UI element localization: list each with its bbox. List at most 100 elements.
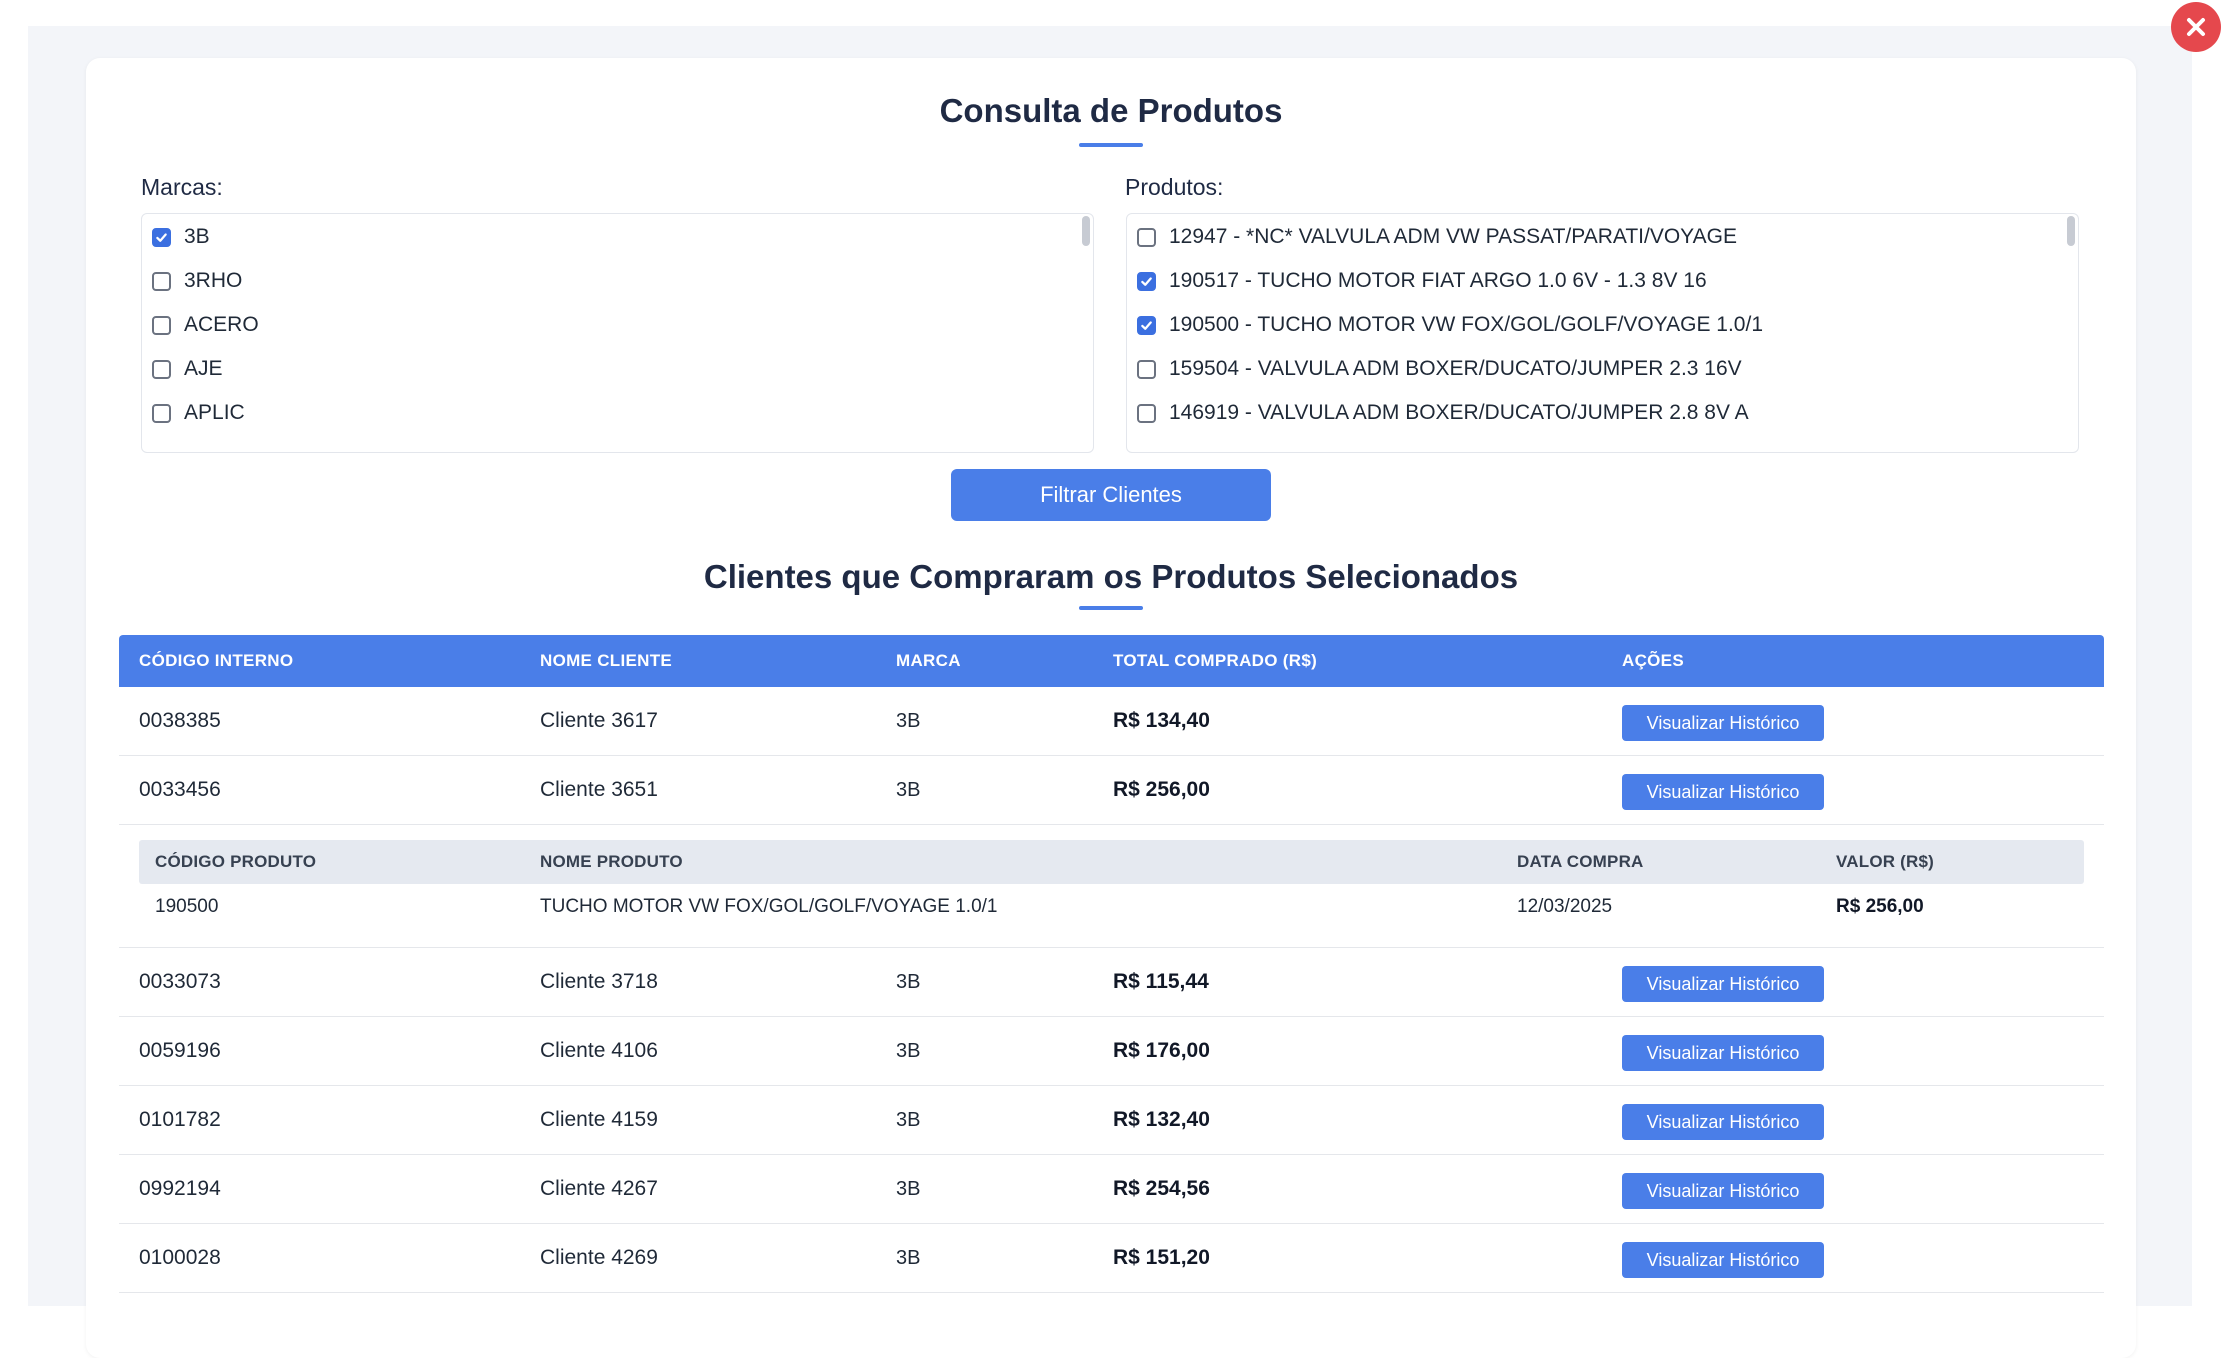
history-product-code: 190500	[155, 896, 219, 917]
product-option-label: 146919 - VALVULA ADM BOXER/DUCATO/JUMPER…	[1169, 401, 1749, 424]
cell-brand: 3B	[896, 779, 921, 801]
view-history-button[interactable]: Visualizar Histórico	[1622, 705, 1824, 741]
history-header: CÓDIGO PRODUTO NOME PRODUTO DATA COMPRA VAL…	[139, 840, 2084, 884]
brand-option-label: APLIC	[184, 401, 245, 424]
table-header: CÓDIGO INTERNO NOME CLIENTE MARCA TOTAL …	[119, 635, 2104, 687]
cell-internal-code: 0033456	[139, 778, 221, 801]
page-title: Consulta de Produtos	[939, 92, 1283, 129]
products-list[interactable]: 12947 - *NC* VALVULA ADM VW PASSAT/PARAT…	[1126, 213, 2079, 453]
table-body: 0038385 Cliente 3617 3B R$ 134,40 Visualizar…	[119, 687, 2104, 1293]
brand-option[interactable]: ACERO	[152, 310, 259, 340]
close-icon	[2187, 18, 2205, 36]
title-underline	[1079, 143, 1143, 147]
clients-section-title: Clientes que Compraram os Produtos Selec…	[703, 558, 1519, 595]
cell-client-name: Cliente 4159	[540, 1108, 658, 1131]
history-value: R$ 256,00	[1836, 896, 1924, 917]
cell-client-name: Cliente 4267	[540, 1177, 658, 1200]
cell-brand: 3B	[896, 1178, 921, 1200]
product-option-label: 159504 - VALVULA ADM BOXER/DUCATO/JUMPER…	[1169, 357, 1742, 380]
header-actions: AÇÕES	[1622, 651, 1684, 670]
header-total: TOTAL COMPRADO (R$)	[1113, 651, 1318, 670]
product-option[interactable]: 190517 - TUCHO MOTOR FIAT ARGO 1.0 6V - …	[1137, 266, 1707, 296]
view-history-button[interactable]: Visualizar Histórico	[1622, 1035, 1824, 1071]
cell-internal-code: 0033073	[139, 970, 221, 993]
view-history-button[interactable]: Visualizar Histórico	[1622, 1173, 1824, 1209]
cell-client-name: Cliente 3617	[540, 709, 658, 732]
cell-total: R$ 254,56	[1113, 1177, 1210, 1200]
table-row: 0100028 Cliente 4269 3B R$ 151,20 Visualizar…	[119, 1224, 2104, 1293]
brand-option[interactable]: AJE	[152, 354, 223, 384]
cell-internal-code: 0992194	[139, 1177, 221, 1200]
cell-client-name: Cliente 4106	[540, 1039, 658, 1062]
cell-internal-code: 0101782	[139, 1108, 221, 1131]
brand-option-label: 3RHO	[184, 269, 243, 292]
cell-internal-code: 0100028	[139, 1246, 221, 1269]
cell-client-name: Cliente 3718	[540, 970, 658, 993]
cell-brand: 3B	[896, 1247, 921, 1269]
cell-client-name: Cliente 4269	[540, 1246, 658, 1269]
brand-option[interactable]: 3RHO	[152, 266, 242, 296]
brand-checkbox[interactable]	[152, 227, 171, 247]
table-row: 0033073 Cliente 3718 3B R$ 115,44 Visualizar…	[119, 948, 2104, 1017]
cell-total: R$ 256,00	[1113, 778, 1210, 801]
product-option[interactable]: 12947 - *NC* VALVULA ADM VW PASSAT/PARAT…	[1137, 222, 1737, 252]
table-row: 0101782 Cliente 4159 3B R$ 132,40 Visualizar…	[119, 1086, 2104, 1155]
brand-checkbox[interactable]	[152, 359, 171, 379]
section-title-underline	[1079, 606, 1143, 610]
history-header-value: VALOR (R$)	[1836, 852, 1935, 871]
brands-scrollbar[interactable]	[1082, 216, 1090, 448]
cell-total: R$ 151,20	[1113, 1246, 1210, 1269]
view-history-button[interactable]: Visualizar Histórico	[1622, 774, 1824, 810]
brand-checkbox[interactable]	[152, 315, 171, 335]
cell-internal-code: 0059196	[139, 1039, 221, 1062]
header-brand: MARCA	[896, 651, 961, 670]
history-purchase-date: 12/03/2025	[1517, 896, 1613, 917]
close-button[interactable]	[2171, 2, 2221, 52]
brand-checkbox[interactable]	[152, 403, 171, 423]
product-option[interactable]: 190500 - TUCHO MOTOR VW FOX/GOL/GOLF/VOY…	[1137, 310, 1763, 340]
cell-brand: 3B	[896, 1040, 921, 1062]
brand-option-label: ACERO	[184, 313, 259, 336]
products-label: Produtos:	[1125, 174, 1224, 200]
product-checkbox[interactable]	[1137, 403, 1156, 423]
clients-table: CÓDIGO INTERNO NOME CLIENTE MARCA TOTAL …	[119, 635, 2104, 1293]
header-client-name: NOME CLIENTE	[540, 651, 673, 670]
history-product-name: TUCHO MOTOR VW FOX/GOL/GOLF/VOYAGE 1.0/1	[540, 896, 998, 917]
product-checkbox[interactable]	[1137, 271, 1156, 291]
table-row: 0033456 Cliente 3651 3B R$ 256,00 Visualizar…	[119, 756, 2104, 825]
table-row: 0059196 Cliente 4106 3B R$ 176,00 Visualizar…	[119, 1017, 2104, 1086]
filter-clients-button[interactable]: Filtrar Clientes	[951, 469, 1271, 521]
view-history-button[interactable]: Visualizar Histórico	[1622, 1242, 1824, 1278]
purchase-history-panel: CÓDIGO PRODUTO NOME PRODUTO DATA COMPRA VAL…	[119, 825, 2104, 948]
product-option[interactable]: 146919 - VALVULA ADM BOXER/DUCATO/JUMPER…	[1137, 398, 1749, 428]
cell-client-name: Cliente 3651	[540, 778, 658, 801]
brands-label: Marcas:	[141, 174, 223, 200]
product-option[interactable]: 159504 - VALVULA ADM BOXER/DUCATO/JUMPER…	[1137, 354, 1742, 384]
cell-total: R$ 134,40	[1113, 709, 1210, 732]
product-checkbox[interactable]	[1137, 315, 1156, 335]
table-row: 0038385 Cliente 3617 3B R$ 134,40 Visualizar…	[119, 687, 2104, 756]
table-row: 0992194 Cliente 4267 3B R$ 254,56 Visualizar…	[119, 1155, 2104, 1224]
product-option-label: 190517 - TUCHO MOTOR FIAT ARGO 1.0 6V - …	[1169, 269, 1707, 292]
cell-brand: 3B	[896, 710, 921, 732]
brand-checkbox[interactable]	[152, 271, 171, 291]
cell-total: R$ 132,40	[1113, 1108, 1210, 1131]
product-query-panel: Consulta de Produtos Marcas: Produtos: 3…	[86, 58, 2136, 1358]
brand-option[interactable]: APLIC	[152, 398, 245, 428]
brands-list[interactable]: 3B 3RHO ACERO AJE APLIC	[141, 213, 1094, 453]
history-header-product-code: CÓDIGO PRODUTO	[155, 852, 317, 871]
product-checkbox[interactable]	[1137, 359, 1156, 379]
cell-total: R$ 115,44	[1113, 970, 1209, 993]
products-scrollbar[interactable]	[2067, 216, 2075, 448]
product-option-label: 190500 - TUCHO MOTOR VW FOX/GOL/GOLF/VOY…	[1169, 313, 1763, 336]
history-header-product-name: NOME PRODUTO	[540, 852, 683, 871]
view-history-button[interactable]: Visualizar Histórico	[1622, 1104, 1824, 1140]
brand-option-label: AJE	[184, 357, 223, 380]
brand-option[interactable]: 3B	[152, 222, 210, 252]
header-internal-code: CÓDIGO INTERNO	[139, 651, 294, 670]
product-checkbox[interactable]	[1137, 227, 1156, 247]
brand-option-label: 3B	[184, 225, 210, 248]
cell-internal-code: 0038385	[139, 709, 221, 732]
view-history-button[interactable]: Visualizar Histórico	[1622, 966, 1824, 1002]
cell-brand: 3B	[896, 1109, 921, 1131]
